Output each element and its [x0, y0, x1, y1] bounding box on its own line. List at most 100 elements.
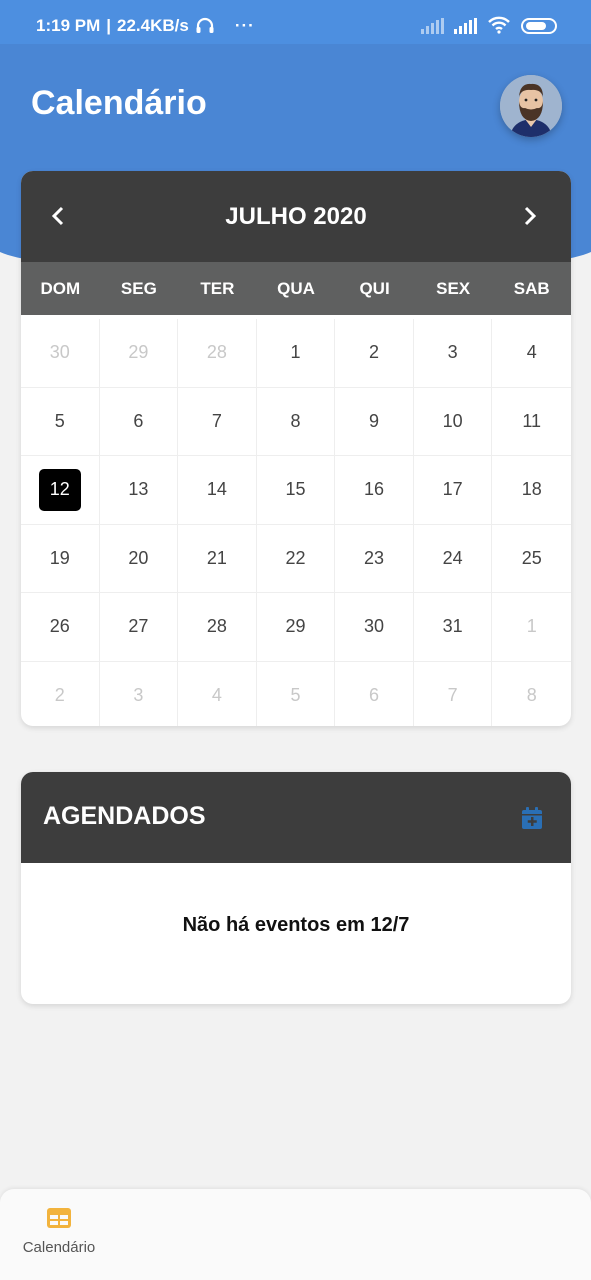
weekday-label: QUA: [277, 278, 315, 298]
day-cell[interactable]: 26: [21, 593, 100, 662]
day-cell[interactable]: 30: [335, 593, 414, 662]
headset-icon: [196, 17, 214, 33]
day-number: 1: [526, 616, 537, 637]
empty-events-message: Não há eventos em 12/7: [182, 914, 410, 936]
chevron-left-icon: [51, 206, 64, 226]
weekday-label: SEG: [120, 278, 157, 298]
prev-month-button[interactable]: [43, 201, 73, 231]
next-month-button[interactable]: [515, 201, 545, 231]
day-cell[interactable]: 7: [178, 387, 257, 456]
day-number: 4: [211, 684, 222, 705]
user-avatar[interactable]: [500, 75, 562, 137]
day-cell[interactable]: 6: [99, 387, 179, 456]
day-number: 17: [442, 479, 463, 500]
day-cell[interactable]: 9: [335, 387, 414, 456]
day-cell[interactable]: 28: [178, 593, 257, 662]
status-right: [421, 16, 557, 34]
weekday-label: DOM: [40, 278, 81, 298]
day-cell-selected[interactable]: 12: [21, 456, 100, 525]
day-cell[interactable]: 16: [335, 456, 414, 525]
day-cell[interactable]: 19: [21, 524, 100, 593]
day-cell[interactable]: 18: [492, 456, 571, 525]
status-speed: 22.4KB/s: [117, 16, 189, 35]
day-number: 10: [442, 410, 463, 431]
day-number: 23: [364, 547, 385, 568]
day-cell[interactable]: 13: [99, 456, 179, 525]
day-cell[interactable]: 17: [413, 456, 493, 525]
day-number: 8: [290, 410, 301, 431]
day-number: 9: [369, 410, 380, 431]
day-number: 1: [290, 342, 301, 363]
day-number: 4: [526, 342, 537, 363]
nav-label: Calendário: [22, 1239, 96, 1256]
day-number: 16: [364, 479, 385, 500]
day-cell[interactable]: 3: [100, 661, 179, 726]
day-cell[interactable]: 2: [21, 661, 100, 726]
day-number: 30: [364, 616, 385, 637]
day-number: 31: [442, 616, 463, 637]
day-cell[interactable]: 4: [178, 661, 257, 726]
add-event-button[interactable]: [521, 806, 543, 830]
day-number: 6: [133, 410, 144, 431]
day-cell[interactable]: 20: [99, 524, 179, 593]
agendados-card: AGENDADOS Não há eventos em 12/7: [21, 772, 571, 1004]
day-cell[interactable]: 27: [99, 593, 179, 662]
day-cell[interactable]: 14: [178, 456, 257, 525]
day-cell[interactable]: 23: [335, 524, 414, 593]
day-cell[interactable]: 24: [413, 524, 493, 593]
day-number: 20: [128, 547, 149, 568]
day-cell[interactable]: 11: [492, 388, 571, 456]
day-cell[interactable]: 29: [256, 593, 336, 662]
calendar-plus-icon: [522, 807, 542, 829]
signal-2-icon: [454, 18, 477, 34]
day-cell[interactable]: 5: [21, 387, 100, 456]
status-divider: |: [106, 16, 112, 35]
day-cell[interactable]: 30: [21, 319, 100, 388]
day-cell[interactable]: 1: [492, 593, 571, 662]
weekday-label: SAB: [513, 278, 550, 298]
day-cell[interactable]: 15: [256, 456, 336, 525]
day-number: 27: [128, 616, 149, 637]
day-number: 25: [521, 547, 542, 568]
day-cell[interactable]: 5: [257, 661, 336, 726]
day-number: 5: [290, 684, 301, 705]
day-cell[interactable]: 8: [492, 662, 571, 727]
day-cell[interactable]: 7: [414, 661, 493, 726]
day-cell[interactable]: 21: [178, 524, 257, 593]
calendar-grid-icon: [47, 1208, 71, 1228]
day-number: 19: [49, 547, 70, 568]
day-number: 13: [128, 479, 149, 500]
day-number: 14: [206, 479, 227, 500]
day-number: 24: [442, 547, 463, 568]
status-more: ···: [234, 16, 255, 35]
day-cell[interactable]: 22: [256, 524, 336, 593]
day-cell[interactable]: 25: [492, 525, 571, 593]
day-cell[interactable]: 8: [256, 387, 336, 456]
day-grid: 30 29 28 1 2 3 4 5 6 7 8 9 10 11 12 13 14 15 16 17 18 19 20 21 2…: [21, 315, 571, 726]
screen: 1:19 PM | 22.4KB/s ··· Calendário JULHO …: [0, 0, 591, 1280]
weekday-label: QUI: [359, 278, 390, 298]
bottom-nav: Calendário: [0, 1189, 591, 1280]
day-number: 7: [447, 684, 458, 705]
battery-icon: [521, 18, 557, 34]
day-cell[interactable]: 6: [335, 661, 414, 726]
status-left: 1:19 PM | 22.4KB/s ···: [36, 16, 255, 36]
day-cell[interactable]: 2: [335, 319, 414, 388]
day-cell[interactable]: 31: [413, 593, 493, 662]
day-cell[interactable]: 3: [413, 319, 493, 388]
day-number: 2: [369, 342, 380, 363]
weekday-header: DOM SEG TER QUA QUI SEX SAB: [21, 262, 571, 315]
avatar-image: [500, 75, 562, 137]
nav-item-calendario[interactable]: Calendário: [12, 1207, 106, 1267]
day-cell[interactable]: 10: [413, 387, 493, 456]
signal-1-icon: [421, 18, 444, 34]
day-number: 28: [206, 342, 227, 363]
day-cell[interactable]: 4: [492, 319, 571, 388]
day-number: 18: [521, 479, 542, 500]
day-number: 29: [285, 616, 306, 637]
day-cell[interactable]: 28: [178, 319, 257, 388]
page-title: Calendário: [31, 84, 207, 122]
day-cell[interactable]: 29: [99, 319, 179, 388]
day-cell[interactable]: 1: [256, 319, 336, 388]
day-number: 22: [285, 547, 306, 568]
